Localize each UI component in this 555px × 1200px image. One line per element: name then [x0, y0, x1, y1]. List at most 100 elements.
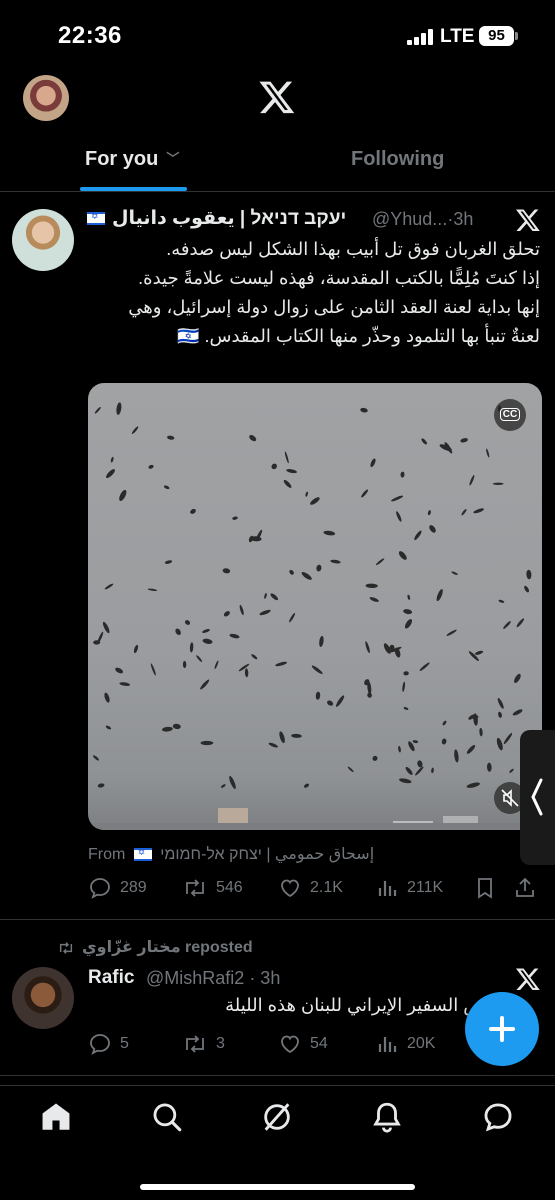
crow-mark: [360, 407, 368, 413]
crow-mark: [369, 597, 379, 602]
tweet[interactable]: יעקב דניאל | يعقوب دانيال @Yhud...·3h تح…: [0, 193, 555, 920]
crow-mark: [396, 511, 402, 522]
crow-mark: [389, 644, 395, 652]
video-media[interactable]: CC: [88, 383, 542, 830]
tab-for-you[interactable]: For you ﹀: [85, 148, 179, 171]
crow-mark: [503, 732, 513, 745]
search-icon[interactable]: [150, 1100, 184, 1134]
author-avatar[interactable]: [12, 967, 74, 1029]
crow-mark: [97, 783, 105, 788]
crow-mark: [361, 489, 369, 498]
crow-mark: [110, 456, 114, 463]
crow-mark: [327, 700, 334, 706]
crow-mark: [404, 619, 413, 629]
crow-mark: [473, 508, 485, 514]
crow-mark: [431, 767, 434, 774]
views-button[interactable]: 20K: [375, 1029, 435, 1059]
repost-button[interactable]: 3: [182, 1029, 225, 1059]
crow-mark: [391, 495, 404, 502]
crow-mark: [251, 654, 258, 660]
crow-mark: [238, 663, 250, 672]
captions-button[interactable]: CC: [494, 399, 526, 431]
battery-icon: 95: [479, 26, 514, 46]
reply-icon: [90, 1034, 110, 1055]
crow-mark: [365, 641, 370, 654]
author-name[interactable]: Rafic: [88, 967, 134, 989]
author-handle[interactable]: @Yhud...·3h: [372, 209, 473, 230]
bottom-navigation: [0, 1085, 555, 1200]
crow-mark: [116, 402, 122, 415]
share-button[interactable]: [513, 873, 545, 903]
tweet-text-line: إذا كنتَ مُلِمًّا بالكتب المقدسة، فهذه ل…: [138, 268, 540, 288]
crow-mark: [229, 633, 240, 639]
reply-button[interactable]: 5: [88, 1029, 129, 1059]
crow-mark: [509, 768, 514, 773]
crow-mark: [202, 629, 210, 633]
video-source[interactable]: From إسحاق حمومي | יצחק אל-חמומי: [88, 844, 374, 864]
crow-mark: [497, 698, 504, 709]
views-button[interactable]: 211K: [375, 873, 443, 903]
crow-mark: [172, 723, 181, 730]
like-button[interactable]: 54: [278, 1029, 328, 1059]
crow-mark: [175, 628, 181, 636]
tweet-header: יעקב דניאל | يعقوب دانيال @Yhud...·3h: [87, 207, 517, 233]
crow-mark: [244, 668, 249, 678]
crow-mark: [115, 667, 124, 674]
crow-mark: [289, 612, 296, 623]
tab-following[interactable]: Following: [351, 148, 444, 171]
views-icon: [378, 1037, 397, 1052]
like-count: 54: [310, 1035, 328, 1052]
repost-button[interactable]: 546: [182, 873, 243, 903]
crow-mark: [284, 451, 289, 464]
bookmark-button[interactable]: [473, 873, 505, 903]
crow-mark: [239, 604, 244, 616]
crow-mark: [249, 434, 257, 442]
crow-mark: [429, 525, 436, 533]
crow-mark: [330, 559, 341, 564]
crow-mark: [105, 725, 112, 730]
author-avatar[interactable]: [12, 209, 74, 271]
crow-mark: [412, 740, 419, 744]
views-count: 20K: [407, 1035, 436, 1052]
repost-count: 3: [216, 1035, 225, 1052]
crow-mark: [268, 742, 278, 748]
author-handle-text: @MishRafi2: [146, 968, 245, 988]
repost-icon: [59, 941, 73, 954]
grok-icon[interactable]: [260, 1100, 294, 1134]
tweet-text: تحلق الغربان فوق تل أبيب بهذا الشكل ليس …: [85, 235, 540, 351]
crow-mark: [372, 755, 378, 761]
crow-mark: [200, 740, 214, 746]
crow-mark: [365, 583, 378, 589]
status-time: 22:36: [58, 22, 122, 49]
crow-mark: [451, 571, 458, 575]
author-name[interactable]: יעקב דניאל | يعقوب دانيال: [112, 207, 346, 230]
crow-mark: [311, 665, 323, 675]
profile-avatar[interactable]: [23, 75, 69, 121]
crow-mark: [466, 782, 480, 788]
crow-mark: [150, 663, 156, 676]
messages-icon[interactable]: [481, 1100, 515, 1134]
repost-icon: [186, 1035, 204, 1053]
crow-mark: [223, 611, 230, 617]
side-panel-handle[interactable]: [520, 730, 555, 865]
crow-mark: [498, 599, 505, 603]
author-handle[interactable]: @MishRafi2 · 3h: [146, 968, 280, 989]
heart-icon: [281, 1035, 299, 1054]
author-handle-text: @Yhud...: [372, 209, 448, 229]
crow-mark: [167, 435, 175, 440]
crow-mark: [133, 644, 139, 654]
reply-button[interactable]: 289: [88, 873, 147, 903]
crow-mark: [417, 760, 423, 768]
notifications-icon[interactable]: [370, 1100, 404, 1134]
tweet[interactable]: مختار غزّاوي reposted Rafic @MishRafi2 ·…: [0, 921, 555, 1076]
tab-for-you-label: For you: [85, 148, 159, 170]
like-button[interactable]: 2.1K: [278, 873, 343, 903]
home-icon[interactable]: [39, 1100, 73, 1134]
compose-post-button[interactable]: [465, 992, 539, 1066]
views-icon: [378, 881, 397, 896]
crow-mark: [402, 681, 406, 692]
crow-mark: [316, 564, 322, 572]
crow-mark: [279, 731, 285, 744]
crow-mark: [310, 497, 320, 505]
crow-mark: [104, 692, 110, 703]
